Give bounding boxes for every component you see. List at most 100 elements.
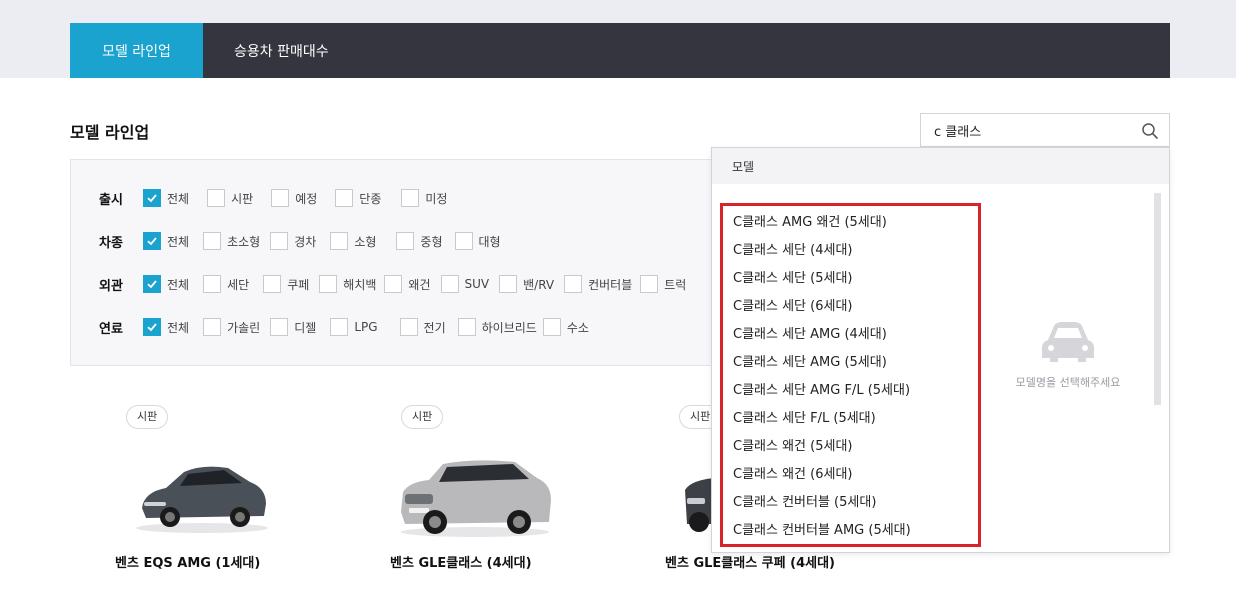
car-name[interactable]: 벤츠 EQS AMG (1세대) bbox=[115, 552, 260, 571]
checkbox[interactable] bbox=[270, 232, 289, 250]
filter-option[interactable]: 디젤 bbox=[270, 318, 316, 336]
filter-option[interactable]: 초소형 bbox=[203, 232, 260, 250]
empty-model-placeholder: 모델명을 선택해주세요 bbox=[982, 318, 1154, 390]
checkbox[interactable] bbox=[440, 275, 459, 293]
filter-option[interactable]: 전체 bbox=[143, 189, 189, 207]
list-item[interactable]: C클래스 컨버터블 AMG (5세대) bbox=[723, 517, 978, 545]
checkbox[interactable] bbox=[270, 318, 289, 336]
check-icon bbox=[147, 237, 157, 246]
filter-option[interactable]: 전체 bbox=[143, 275, 189, 293]
status-badge: 시판 bbox=[401, 405, 444, 429]
filter-option[interactable]: 해치백 bbox=[319, 275, 376, 293]
checkbox[interactable] bbox=[330, 232, 349, 250]
list-item[interactable]: C클래스 세단 F/L (5세대) bbox=[723, 405, 978, 433]
list-item[interactable]: C클래스 컨버터블 (5세대) bbox=[723, 489, 978, 517]
filter-option[interactable]: 세단 bbox=[203, 275, 249, 293]
filter-row-release: 출시 전체 시판 예정 단종 미정 bbox=[99, 188, 457, 208]
filter-option[interactable]: 단종 bbox=[335, 189, 381, 207]
check-icon bbox=[147, 280, 157, 289]
model-suggestion-list: C클래스 AMG 왜건 (5세대) C클래스 세단 (4세대) C클래스 세단 … bbox=[720, 203, 981, 547]
checkbox[interactable] bbox=[143, 232, 161, 250]
checkbox[interactable] bbox=[143, 318, 161, 336]
checkbox[interactable] bbox=[401, 189, 420, 207]
filter-option[interactable]: 전기 bbox=[399, 318, 446, 336]
list-item[interactable]: C클래스 세단 AMG F/L (5세대) bbox=[723, 377, 978, 405]
tab-bar: 모델 라인업 승용차 판매대수 bbox=[70, 23, 1170, 78]
checkbox[interactable] bbox=[640, 275, 659, 293]
filter-option[interactable]: LPG bbox=[330, 318, 378, 336]
search-dropdown: 모델 C클래스 AMG 왜건 (5세대) C클래스 세단 (4세대) C클래스 … bbox=[711, 147, 1170, 553]
dropdown-scrollbar[interactable] bbox=[1154, 193, 1161, 405]
checkbox[interactable] bbox=[564, 275, 583, 293]
checkbox[interactable] bbox=[143, 189, 161, 207]
check-icon bbox=[147, 323, 157, 332]
checkbox[interactable] bbox=[384, 275, 403, 293]
filter-option[interactable]: 가솔린 bbox=[203, 318, 260, 336]
list-item[interactable]: C클래스 세단 AMG (4세대) bbox=[723, 321, 978, 349]
checkbox[interactable] bbox=[203, 232, 222, 250]
filter-option[interactable]: 수소 bbox=[542, 318, 589, 336]
checkbox[interactable] bbox=[499, 275, 518, 293]
empty-state-text: 모델명을 선택해주세요 bbox=[1015, 376, 1121, 389]
filter-panel: 출시 전체 시판 예정 단종 미정 차종 전체 초소형 경차 소형 중형 대형 … bbox=[70, 159, 720, 366]
filter-option[interactable]: 하이브리드 bbox=[457, 318, 537, 336]
filter-label: 출시 bbox=[99, 192, 123, 208]
filter-option[interactable]: 중형 bbox=[396, 232, 443, 250]
list-item[interactable]: C클래스 세단 (4세대) bbox=[723, 237, 978, 265]
checkbox[interactable] bbox=[542, 318, 561, 336]
car-placeholder-icon bbox=[1042, 322, 1094, 362]
filter-option[interactable]: 트럭 bbox=[640, 275, 686, 293]
filter-label: 외관 bbox=[99, 278, 123, 294]
checkbox[interactable] bbox=[203, 275, 222, 293]
filter-option[interactable]: 예정 bbox=[271, 189, 317, 207]
checkbox[interactable] bbox=[330, 318, 349, 336]
status-badge: 시판 bbox=[126, 405, 169, 429]
filter-option[interactable]: SUV bbox=[440, 275, 489, 293]
filter-option[interactable]: 미정 bbox=[401, 189, 447, 207]
filter-row-fuel: 연료 전체 가솔린 디젤 LPG 전기 하이브리드 수소 bbox=[99, 317, 599, 337]
filter-label: 차종 bbox=[99, 235, 123, 251]
check-icon bbox=[147, 194, 157, 203]
search-icon[interactable] bbox=[1141, 122, 1159, 140]
checkbox[interactable] bbox=[143, 275, 161, 293]
filter-option[interactable]: 쿠페 bbox=[263, 275, 309, 293]
car-name[interactable]: 벤츠 GLE클래스 쿠페 (4세대) bbox=[665, 552, 835, 571]
list-item[interactable]: C클래스 세단 (6세대) bbox=[723, 293, 978, 321]
search-box[interactable] bbox=[920, 113, 1170, 147]
filter-option[interactable]: 소형 bbox=[330, 232, 376, 250]
filter-label: 연료 bbox=[99, 321, 123, 337]
checkbox[interactable] bbox=[319, 275, 338, 293]
filter-row-class: 차종 전체 초소형 경차 소형 중형 대형 bbox=[99, 231, 511, 251]
car-suv-image[interactable] bbox=[395, 450, 555, 540]
checkbox[interactable] bbox=[399, 318, 418, 336]
car-sedan-image[interactable] bbox=[132, 450, 272, 536]
tab-model-lineup[interactable]: 모델 라인업 bbox=[70, 23, 203, 78]
filter-option[interactable]: 밴/RV bbox=[499, 275, 554, 293]
filter-option[interactable]: 대형 bbox=[454, 232, 501, 250]
tab-sales-volume[interactable]: 승용차 판매대수 bbox=[203, 23, 360, 78]
filter-option[interactable]: 전체 bbox=[143, 232, 189, 250]
dropdown-header: 모델 bbox=[712, 148, 1169, 184]
filter-option[interactable]: 컨버터블 bbox=[564, 275, 632, 293]
checkbox[interactable] bbox=[271, 189, 290, 207]
list-item[interactable]: C클래스 AMG 왜건 (5세대) bbox=[723, 209, 978, 237]
checkbox[interactable] bbox=[457, 318, 476, 336]
checkbox[interactable] bbox=[203, 318, 222, 336]
list-item[interactable]: C클래스 세단 AMG (5세대) bbox=[723, 349, 978, 377]
filter-option[interactable]: 경차 bbox=[270, 232, 316, 250]
filter-option[interactable]: 전체 bbox=[143, 318, 189, 336]
filter-row-body: 외관 전체 세단 쿠페 해치백 왜건 SUV 밴/RV 컨버터블 트럭 bbox=[99, 274, 696, 294]
list-item[interactable]: C클래스 왜건 (5세대) bbox=[723, 433, 978, 461]
checkbox[interactable] bbox=[263, 275, 282, 293]
filter-option[interactable]: 왜건 bbox=[384, 275, 431, 293]
search-input[interactable] bbox=[921, 114, 1136, 146]
car-name[interactable]: 벤츠 GLE클래스 (4세대) bbox=[390, 552, 532, 571]
checkbox[interactable] bbox=[396, 232, 415, 250]
page-title: 모델 라인업 bbox=[70, 123, 150, 142]
list-item[interactable]: C클래스 세단 (5세대) bbox=[723, 265, 978, 293]
list-item[interactable]: C클래스 왜건 (6세대) bbox=[723, 461, 978, 489]
checkbox[interactable] bbox=[207, 189, 226, 207]
checkbox[interactable] bbox=[454, 232, 473, 250]
filter-option[interactable]: 시판 bbox=[207, 189, 253, 207]
checkbox[interactable] bbox=[335, 189, 354, 207]
